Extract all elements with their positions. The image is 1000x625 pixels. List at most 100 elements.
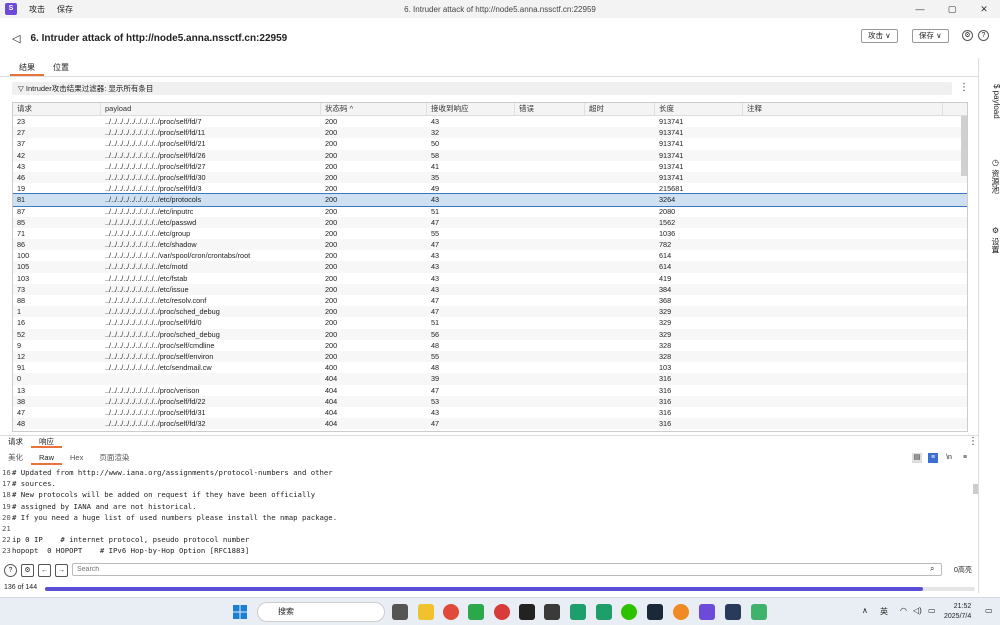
table-row[interactable]: 47 ../../../../../../../../../proc/self/f… [13, 407, 967, 418]
response-menu-icon[interactable]: ≡ [960, 453, 970, 463]
input-language[interactable]: 英 [880, 606, 888, 617]
burp-icon[interactable] [699, 604, 715, 620]
file-explorer-icon[interactable] [418, 604, 434, 620]
tab-response[interactable]: 响应 [31, 436, 62, 448]
tab-render[interactable]: 页面渲染 [91, 452, 137, 465]
maximize-icon[interactable]: ▢ [936, 0, 968, 18]
search-input[interactable] [72, 563, 942, 576]
tab-request[interactable]: 请求 [0, 436, 31, 448]
table-row[interactable]: 9 ../../../../../../../../../proc/self/cm… [13, 340, 967, 351]
settings-icon[interactable]: ⚙ [962, 30, 973, 41]
wechat-icon[interactable] [621, 604, 637, 620]
table-row[interactable]: 37 ../../../../../../../../../proc/self/f… [13, 138, 967, 149]
terminal-icon[interactable] [519, 604, 535, 620]
table-cell: 200 [325, 195, 338, 205]
app-teal-icon[interactable] [570, 604, 586, 620]
table-row[interactable]: 86 ../../../../../../../../../etc/shadow 2… [13, 239, 967, 251]
volume-icon[interactable]: ◁) [913, 606, 922, 615]
table-row[interactable]: 71 ../../../../../../../../../etc/group 20… [13, 228, 967, 239]
tab-pretty[interactable]: 美化 [0, 452, 31, 465]
tab-raw[interactable]: Raw [31, 452, 63, 465]
response-body[interactable]: 16# Updated from http://www.iana.org/ass… [0, 467, 970, 557]
windows-start-icon[interactable] [233, 605, 247, 619]
code-scrollbar[interactable] [973, 484, 978, 494]
table-cell: 1 [17, 307, 22, 317]
tray-chevron-icon[interactable]: ∧ [862, 606, 868, 615]
menu-save[interactable]: 保存 [57, 4, 73, 15]
tab-positions[interactable]: 位置 [44, 62, 78, 76]
steam-icon[interactable] [647, 604, 663, 620]
console-icon[interactable] [544, 604, 560, 620]
tab-hex[interactable]: Hex [62, 452, 91, 465]
column-header[interactable]: 长度 [655, 103, 743, 115]
table-row[interactable]: 19 ../../../../../../../../../proc/self/f… [13, 183, 967, 194]
help-circle-icon[interactable]: ? [4, 563, 17, 577]
more-options-icon[interactable]: ⋮ [959, 82, 969, 93]
firefox-icon[interactable] [673, 604, 689, 620]
sidebar-item-resource-pool[interactable]: ◷ 资源池 [979, 158, 1000, 193]
wrap-lines-icon[interactable]: ≡ [928, 453, 938, 463]
column-header[interactable]: 超时 [585, 103, 655, 115]
table-row[interactable]: 46 ../../../../../../../../../proc/self/f… [13, 171, 967, 184]
wifi-icon[interactable]: ◠ [900, 606, 907, 615]
next-arrow-icon[interactable]: → [55, 563, 68, 577]
table-cell: 404 [325, 419, 338, 429]
app-green-icon[interactable] [468, 604, 484, 620]
save-button[interactable]: 保存 ∨ [912, 29, 949, 43]
search-settings-icon[interactable]: ⚙ [21, 563, 34, 577]
app-teal2-icon[interactable] [596, 604, 612, 620]
table-row[interactable]: 23 ../../../../../../../../../proc/self/f… [13, 116, 967, 127]
menu-attack[interactable]: 攻击 [29, 4, 45, 15]
table-row[interactable]: 88 ../../../../../../../../../etc/resolv.… [13, 295, 967, 306]
prev-arrow-icon[interactable]: ← [38, 563, 51, 577]
filter-bar[interactable]: ▽ Intruder攻击结果过滤器: 显示所有条目 [12, 82, 952, 95]
column-header[interactable]: payload [101, 103, 321, 115]
table-row[interactable]: 43 ../../../../../../../../../proc/self/f… [13, 161, 967, 172]
back-icon[interactable]: ◁ [12, 32, 20, 45]
help-icon[interactable]: ? [978, 30, 989, 41]
battery-icon[interactable]: ▭ [928, 606, 936, 615]
table-row[interactable]: 42 ../../../../../../../../../proc/self/f… [13, 149, 967, 161]
column-header[interactable]: 错误 [515, 103, 585, 115]
table-row[interactable]: 16 ../../../../../../../../../proc/self/f… [13, 317, 967, 328]
tab-results[interactable]: 结果 [10, 62, 44, 76]
table-row[interactable]: 105 ../../../../../../../../../etc/motd 20… [13, 261, 967, 273]
notification-icon[interactable]: ▭ [985, 606, 993, 615]
sidebar-item-settings[interactable]: ⚙ 设置 [979, 226, 1000, 253]
taskbar-search[interactable]: 搜索 [257, 602, 385, 622]
table-row[interactable]: 12 ../../../../../../../../../proc/self/e… [13, 350, 967, 363]
table-row[interactable]: 81 ../../../../../../../../../etc/protoco… [13, 193, 967, 207]
column-header[interactable]: 请求 [13, 103, 101, 115]
table-row[interactable]: 52 ../../../../../../../../../proc/sched_… [13, 328, 967, 340]
table-row[interactable]: 1 ../../../../../../../../../proc/sched_d… [13, 306, 967, 318]
column-header[interactable]: 注释 [743, 103, 943, 115]
table-row[interactable]: 73 ../../../../../../../../../etc/issue 20… [13, 283, 967, 295]
table-row[interactable]: 103 ../../../../../../../../../etc/fstab 2… [13, 273, 967, 284]
table-row[interactable]: 87 ../../../../../../../../../etc/inputrc… [13, 206, 967, 217]
app-dark-icon[interactable] [725, 604, 741, 620]
table-row[interactable]: 100 ../../../../../../../../../var/spool/… [13, 250, 967, 261]
table-row[interactable]: 48 ../../../../../../../../../proc/self/f… [13, 418, 967, 430]
table-row[interactable]: 38 ../../../../../../../../../proc/self/f… [13, 395, 967, 407]
close-icon[interactable]: ✕ [968, 0, 1000, 18]
newline-icon[interactable]: \n [944, 453, 954, 463]
response-more-icon[interactable]: ⋮ [968, 436, 978, 447]
column-header[interactable]: 状态码 ^ [321, 103, 427, 115]
taskview-icon[interactable] [392, 604, 408, 620]
table-row[interactable]: 91 ../../../../../../../../../etc/sendmai… [13, 362, 967, 373]
table-row[interactable]: 0 404 39 316 [13, 373, 967, 385]
table-scrollbar[interactable] [961, 116, 967, 176]
chrome-icon[interactable] [443, 604, 459, 620]
column-header[interactable]: 接收到响应 [427, 103, 515, 115]
table-row[interactable]: 27 ../../../../../../../../../proc/self/f… [13, 127, 967, 139]
clock[interactable]: 21:52 2025/7/4 [944, 602, 971, 622]
table-row[interactable]: 85 ../../../../../../../../../etc/passwd 2… [13, 216, 967, 228]
netease-music-icon[interactable] [494, 604, 510, 620]
minimize-icon[interactable]: — [904, 0, 936, 18]
app-green2-icon[interactable] [751, 604, 767, 620]
sidebar-item-payload[interactable]: $ payload [979, 84, 1000, 119]
attack-button[interactable]: 攻击 ∨ [861, 29, 898, 43]
wrap-off-icon[interactable]: ▤ [912, 453, 922, 463]
table-row[interactable]: 13 ../../../../../../../../../proc/veriso… [13, 385, 967, 396]
table-cell: 50 [431, 139, 440, 149]
